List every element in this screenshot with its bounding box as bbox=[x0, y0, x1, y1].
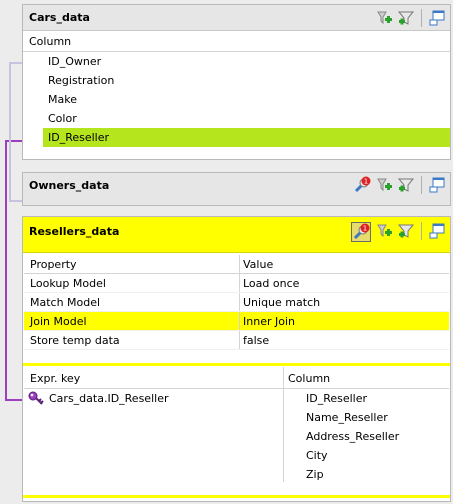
cars-field-row[interactable]: Color bbox=[23, 109, 450, 128]
property-value[interactable]: Inner Join bbox=[243, 315, 295, 328]
column-divider bbox=[239, 331, 240, 349]
expr-row[interactable]: Name_Reseller bbox=[24, 408, 449, 427]
resellers-panel-header: Resellers_data 1 bbox=[23, 217, 450, 253]
header-separator bbox=[421, 176, 422, 194]
property-value[interactable]: Unique match bbox=[243, 296, 320, 309]
column-divider bbox=[239, 293, 240, 311]
column-name: ID_Reseller bbox=[306, 392, 368, 405]
property-column-header[interactable]: Property bbox=[30, 258, 77, 271]
column-divider[interactable] bbox=[239, 255, 240, 273]
owners-panel-title: Owners_data bbox=[29, 179, 110, 192]
filter-icon[interactable] bbox=[397, 176, 415, 194]
cars-column-header[interactable]: Column bbox=[23, 31, 450, 52]
expr-header-row: Expr. key Column bbox=[24, 367, 449, 389]
bottom-divider bbox=[23, 495, 450, 498]
field-name: ID_Owner bbox=[48, 55, 102, 68]
owner-link-line-bottom bbox=[9, 200, 23, 202]
cars-panel-title: Cars_data bbox=[29, 11, 90, 24]
expr-key-value[interactable]: Cars_data.ID_Reseller bbox=[49, 392, 168, 405]
join-link-line-vertical bbox=[5, 140, 7, 400]
property-value[interactable]: false bbox=[243, 334, 269, 347]
filter-icon[interactable] bbox=[397, 222, 415, 240]
expr-row[interactable]: Address_Reseller bbox=[24, 427, 449, 446]
resellers-badge: 1 bbox=[363, 225, 367, 233]
minimize-icon[interactable] bbox=[428, 176, 446, 194]
expr-key-header[interactable]: Expr. key bbox=[30, 372, 80, 385]
property-name: Lookup Model bbox=[30, 277, 106, 290]
lookup-properties-table: Property Value Lookup Model Load once Ma… bbox=[24, 255, 449, 350]
cars-panel-header: Cars_data bbox=[23, 5, 450, 31]
owners-badge: 1 bbox=[364, 178, 368, 186]
header-separator bbox=[421, 222, 422, 240]
cars-field-row-selected[interactable]: ID_Reseller bbox=[43, 128, 450, 147]
column-name: Zip bbox=[306, 468, 324, 481]
column-name: Name_Reseller bbox=[306, 411, 388, 424]
owners-panel-header: Owners_data 1 bbox=[23, 173, 450, 205]
cars-data-panel: Cars_data Column ID_Owner Registration M… bbox=[22, 4, 451, 160]
expr-row[interactable]: Zip bbox=[24, 465, 449, 484]
section-divider bbox=[23, 363, 450, 366]
filter-icon[interactable] bbox=[397, 9, 415, 27]
add-filter-icon[interactable] bbox=[375, 9, 393, 27]
minimize-icon[interactable] bbox=[428, 222, 446, 240]
column-header[interactable]: Column bbox=[288, 372, 330, 385]
property-row[interactable]: Lookup Model Load once bbox=[24, 274, 449, 293]
add-filter-icon[interactable] bbox=[375, 222, 393, 240]
property-row[interactable]: Match Model Unique match bbox=[24, 293, 449, 312]
cars-field-row[interactable]: Registration bbox=[23, 71, 450, 90]
header-separator bbox=[421, 9, 422, 27]
minimize-icon[interactable] bbox=[428, 9, 446, 27]
owner-link-line bbox=[9, 62, 11, 202]
field-name: ID_Reseller bbox=[48, 131, 110, 144]
lookup-expr-table: Expr. key Column Cars_data.ID_Reseller I… bbox=[24, 367, 449, 484]
field-name: Make bbox=[48, 93, 77, 106]
property-value[interactable]: Load once bbox=[243, 277, 299, 290]
cars-field-row[interactable]: ID_Owner bbox=[23, 52, 450, 71]
lookup-settings-icon[interactable]: 1 bbox=[353, 176, 371, 194]
cars-field-row[interactable]: Make bbox=[23, 90, 450, 109]
column-name: City bbox=[306, 449, 328, 462]
properties-header-row: Property Value bbox=[24, 255, 449, 274]
column-divider bbox=[239, 274, 240, 292]
property-name: Join Model bbox=[30, 315, 87, 328]
column-divider bbox=[239, 312, 240, 330]
property-name: Match Model bbox=[30, 296, 101, 309]
property-row[interactable]: Store temp data false bbox=[24, 331, 449, 350]
value-column-header[interactable]: Value bbox=[243, 258, 273, 271]
resellers-data-panel: Resellers_data 1 Property Value Lookup M… bbox=[22, 216, 451, 502]
owners-data-panel: Owners_data 1 bbox=[22, 172, 451, 206]
expr-row[interactable]: Cars_data.ID_Reseller ID_Reseller bbox=[24, 389, 449, 408]
add-filter-icon[interactable] bbox=[375, 176, 393, 194]
lookup-settings-icon[interactable]: 1 bbox=[351, 222, 371, 242]
expr-row[interactable]: City bbox=[24, 446, 449, 465]
property-row-join-model[interactable]: Join Model Inner Join bbox=[24, 312, 449, 331]
column-name: Address_Reseller bbox=[306, 430, 400, 443]
key-icon bbox=[28, 390, 44, 409]
field-name: Registration bbox=[48, 74, 115, 87]
resellers-panel-title: Resellers_data bbox=[29, 225, 120, 238]
property-name: Store temp data bbox=[30, 334, 120, 347]
field-name: Color bbox=[48, 112, 77, 125]
